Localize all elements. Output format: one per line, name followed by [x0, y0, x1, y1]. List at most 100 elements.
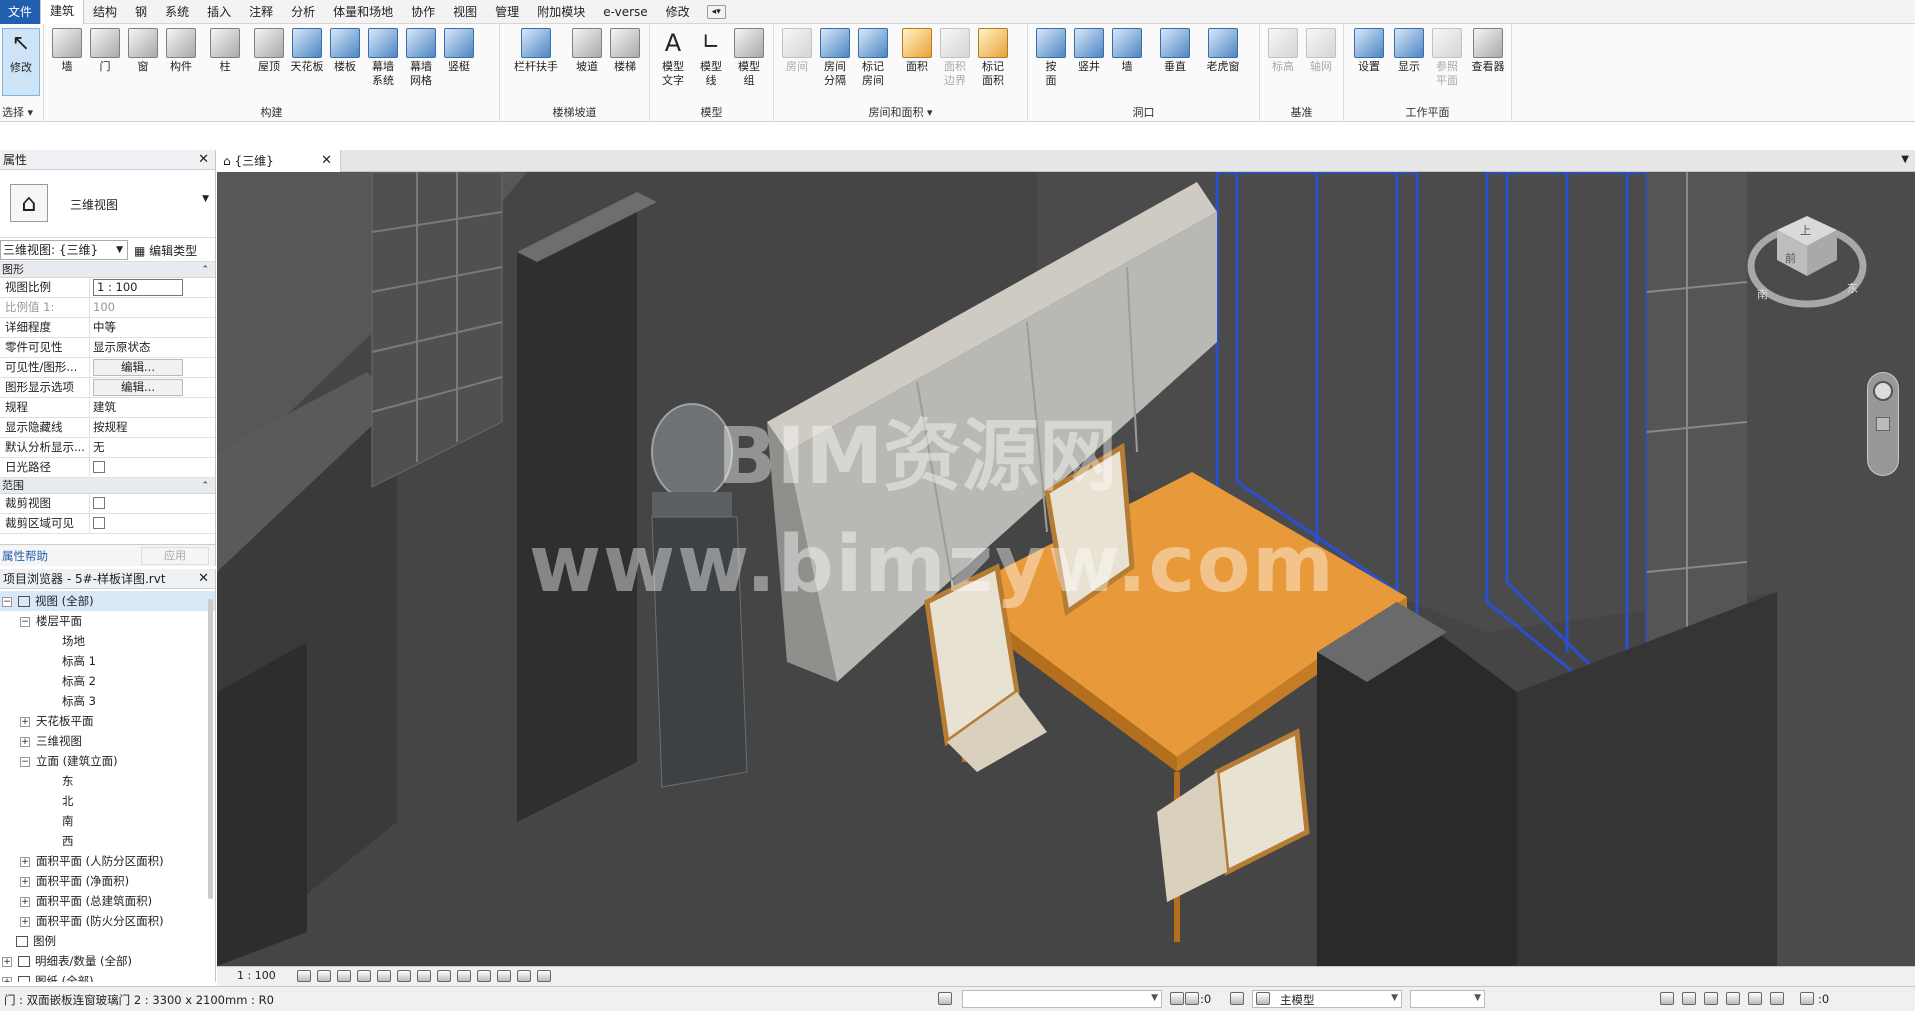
workset-field[interactable]: ▼	[962, 990, 1162, 1008]
tree-node-schedules[interactable]: + 明细表/数量 (全部)	[0, 951, 215, 971]
railing-button[interactable]: 栏杆扶手	[508, 28, 564, 74]
crop-region-icon[interactable]	[417, 970, 431, 982]
view-scale-field[interactable]: 1 : 100	[93, 279, 183, 296]
drag-elements-icon[interactable]	[1748, 992, 1762, 1005]
tree-node-south[interactable]: 南	[0, 811, 215, 831]
close-icon[interactable]: ✕	[198, 569, 209, 589]
ribbon-toggle-icon[interactable]: ◂▾	[706, 4, 726, 19]
set-work-plane-button[interactable]: 设置	[1350, 28, 1388, 74]
menu-everse[interactable]: e-verse	[594, 0, 656, 24]
tree-node-area-plan-net[interactable]: + 面积平面 (净面积)	[0, 871, 215, 891]
tree-node-area-plan-civil[interactable]: + 面积平面 (人防分区面积)	[0, 851, 215, 871]
tree-node-3d-views[interactable]: + 三维视图	[0, 731, 215, 751]
model-text-button[interactable]: A 模型 文字	[654, 28, 692, 88]
vg-edit-button[interactable]: 编辑...	[93, 359, 183, 376]
expand-icon[interactable]: +	[20, 916, 30, 927]
menu-manage[interactable]: 管理	[486, 0, 528, 24]
browser-scrollbar[interactable]	[208, 599, 213, 899]
3d-viewport[interactable]: BIM资源网 www.bimzyw.com 上 前 南 东	[217, 172, 1915, 966]
menu-insert[interactable]: 插入	[198, 0, 240, 24]
menu-massing-site[interactable]: 体量和场地	[324, 0, 402, 24]
render-icon[interactable]	[377, 970, 391, 982]
edit-type-button[interactable]: ▦ 编辑类型	[134, 242, 197, 259]
apply-button[interactable]: 应用	[141, 547, 209, 565]
tree-node-level-1[interactable]: 标高 1	[0, 651, 215, 671]
view-scale-control[interactable]: 1 : 100	[237, 969, 276, 982]
viewcube[interactable]: 上 前 南 东	[1747, 202, 1867, 322]
tree-node-west[interactable]: 西	[0, 831, 215, 851]
properties-help-link[interactable]: 属性帮助	[2, 548, 48, 564]
tree-node-east[interactable]: 东	[0, 771, 215, 791]
sun-path-checkbox[interactable]	[93, 461, 105, 473]
column-button[interactable]: 柱	[206, 28, 244, 74]
menu-file[interactable]: 文件	[0, 0, 41, 24]
ramp-button[interactable]: 坡道	[568, 28, 606, 74]
tree-node-area-plan-fire[interactable]: + 面积平面 (防火分区面积)	[0, 911, 215, 931]
expand-icon[interactable]: +	[2, 956, 12, 967]
lock-view-icon[interactable]	[437, 970, 451, 982]
select-links-icon[interactable]	[1660, 992, 1674, 1005]
constraints-icon[interactable]	[537, 970, 551, 982]
chevron-down-icon[interactable]: ▼	[1901, 154, 1909, 165]
editable-only-icon[interactable]	[1170, 992, 1184, 1005]
collapse-icon[interactable]: −	[20, 756, 30, 767]
type-selector[interactable]: ⌂ 三维视图 ▼	[0, 170, 215, 238]
menu-view[interactable]: 视图	[444, 0, 486, 24]
stair-button[interactable]: 楼梯	[606, 28, 644, 74]
filter-icon[interactable]	[1185, 992, 1199, 1005]
temp-view-props-icon[interactable]	[497, 970, 511, 982]
group-graphics[interactable]: 图形 ⌃	[0, 262, 215, 278]
menu-structure[interactable]: 结构	[84, 0, 126, 24]
menu-annotate[interactable]: 注释	[240, 0, 282, 24]
tree-node-floor-plans[interactable]: − 楼层平面	[0, 611, 215, 631]
expand-icon[interactable]: +	[20, 876, 30, 887]
area-boundary-button[interactable]: 面积 边界	[936, 28, 974, 88]
crop-view-checkbox[interactable]	[93, 497, 105, 509]
floor-button[interactable]: 楼板	[326, 28, 364, 74]
menu-addins[interactable]: 附加模块	[528, 0, 594, 24]
show-work-plane-button[interactable]: 显示	[1390, 28, 1428, 74]
select-underlay-icon[interactable]	[1682, 992, 1696, 1005]
door-button[interactable]: 门	[86, 28, 124, 74]
tag-room-button[interactable]: 标记 房间	[854, 28, 892, 88]
graphic-display-edit-button[interactable]: 编辑...	[93, 379, 183, 396]
group-label-room-area[interactable]: 房间和面积 ▾	[774, 104, 1027, 120]
crop-view-icon[interactable]	[397, 970, 411, 982]
menu-systems[interactable]: 系统	[156, 0, 198, 24]
expand-icon[interactable]: +	[20, 736, 30, 747]
tree-node-sheets[interactable]: + 图纸 (全部)	[0, 971, 215, 982]
design-option-field[interactable]: ▼	[1252, 990, 1402, 1008]
menu-steel[interactable]: 钢	[126, 0, 156, 24]
sun-path-icon[interactable]	[337, 970, 351, 982]
crop-region-visible-checkbox[interactable]	[93, 517, 105, 529]
background-process-icon[interactable]	[1770, 992, 1784, 1005]
curtain-grid-button[interactable]: 幕墙 网格	[402, 28, 440, 88]
menu-architecture[interactable]: 建筑	[40, 0, 85, 24]
tree-node-ceiling-plans[interactable]: + 天花板平面	[0, 711, 215, 731]
group-extents[interactable]: 范围 ⌃	[0, 478, 215, 494]
select-by-face-icon[interactable]	[1726, 992, 1740, 1005]
reveal-hidden-icon[interactable]	[477, 970, 491, 982]
area-button[interactable]: 面积	[898, 28, 936, 74]
expand-icon[interactable]: +	[20, 716, 30, 727]
tree-node-level-2[interactable]: 标高 2	[0, 671, 215, 691]
model-line-button[interactable]: ∟ 模型 线	[692, 28, 730, 88]
level-button[interactable]: 标高	[1264, 28, 1302, 74]
shadows-icon[interactable]	[357, 970, 371, 982]
detail-level-icon[interactable]	[297, 970, 311, 982]
tree-node-legends[interactable]: 图例	[0, 931, 215, 951]
tab-3d-view[interactable]: ⌂ {三维} ✕	[217, 150, 341, 172]
roof-button[interactable]: 屋顶	[250, 28, 288, 74]
ref-plane-button[interactable]: 参照 平面	[1428, 28, 1466, 88]
expand-icon[interactable]: +	[20, 856, 30, 867]
menu-analyze[interactable]: 分析	[282, 0, 324, 24]
selection-filter-icon[interactable]	[1800, 992, 1814, 1005]
dormer-button[interactable]: 老虎窗	[1200, 28, 1246, 74]
collapse-icon[interactable]: −	[2, 596, 12, 607]
curtain-system-button[interactable]: 幕墙 系统	[364, 28, 402, 88]
close-icon[interactable]: ✕	[321, 150, 332, 172]
tree-node-north[interactable]: 北	[0, 791, 215, 811]
visual-style-icon[interactable]	[317, 970, 331, 982]
expand-icon[interactable]: +	[20, 896, 30, 907]
menu-collaborate[interactable]: 协作	[402, 0, 444, 24]
